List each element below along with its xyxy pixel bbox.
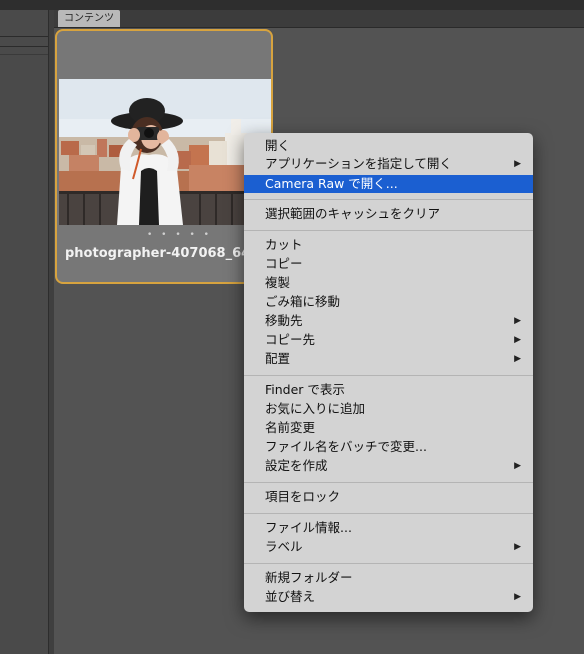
- menu-separator: [244, 375, 533, 376]
- left-panel-divider: [0, 46, 48, 47]
- menu-item-copy-to[interactable]: コピー先 ▶: [244, 331, 533, 349]
- menu-item-purge-cache[interactable]: 選択範囲のキャッシュをクリア: [244, 205, 533, 223]
- menu-item-label: 選択範囲のキャッシュをクリア: [265, 206, 441, 221]
- submenu-arrow-icon: ▶: [514, 542, 521, 552]
- menu-separator: [244, 199, 533, 200]
- menu-item-lock-item[interactable]: 項目をロック: [244, 488, 533, 506]
- menu-item-label: コピー: [265, 256, 303, 271]
- submenu-arrow-icon: ▶: [514, 354, 521, 364]
- menu-item-develop-settings[interactable]: 設定を作成 ▶: [244, 457, 533, 475]
- menu-item-duplicate[interactable]: 複製: [244, 274, 533, 292]
- menu-separator: [244, 563, 533, 564]
- menu-item-open-in-camera-raw[interactable]: Camera Raw で開く...: [244, 175, 533, 193]
- menu-item-open[interactable]: 開く: [244, 137, 533, 155]
- menu-item-file-info[interactable]: ファイル情報...: [244, 519, 533, 537]
- menu-item-sort[interactable]: 並び替え ▶: [244, 588, 533, 606]
- menu-item-move-to-trash[interactable]: ごみ箱に移動: [244, 293, 533, 311]
- menu-item-label: ファイル名をバッチで変更...: [265, 439, 427, 454]
- menu-item-label: 新規フォルダー: [265, 570, 353, 585]
- menu-item-batch-rename[interactable]: ファイル名をバッチで変更...: [244, 438, 533, 456]
- menu-separator: [244, 513, 533, 514]
- menu-item-rename[interactable]: 名前変更: [244, 419, 533, 437]
- menu-item-label: アプリケーションを指定して開く: [265, 156, 452, 171]
- top-toolbar-strip: [0, 0, 584, 10]
- submenu-arrow-icon: ▶: [514, 159, 521, 169]
- menu-item-label: ラベル: [265, 539, 303, 554]
- submenu-arrow-icon: ▶: [514, 335, 521, 345]
- thumbnail-filename: photographer-407068_640.: [65, 246, 265, 261]
- menu-item-label: Camera Raw で開く...: [265, 176, 398, 191]
- left-panel-divider: [0, 54, 48, 55]
- menu-item-label-submenu[interactable]: ラベル ▶: [244, 538, 533, 556]
- menu-item-move-to[interactable]: 移動先 ▶: [244, 312, 533, 330]
- context-menu: 開く アプリケーションを指定して開く ▶ Camera Raw で開く... 選…: [244, 133, 533, 612]
- menu-item-label: 移動先: [265, 313, 303, 328]
- menu-item-add-to-favorites[interactable]: お気に入りに追加: [244, 400, 533, 418]
- submenu-arrow-icon: ▶: [514, 316, 521, 326]
- rating-dots[interactable]: • • • • •: [147, 230, 212, 240]
- menu-item-label: 項目をロック: [265, 489, 341, 504]
- menu-item-new-folder[interactable]: 新規フォルダー: [244, 569, 533, 587]
- menu-item-label: 名前変更: [265, 420, 316, 435]
- menu-item-place[interactable]: 配置 ▶: [244, 350, 533, 368]
- menu-item-reveal-in-finder[interactable]: Finder で表示: [244, 381, 533, 399]
- thumbnail-image: [59, 79, 271, 225]
- menu-item-open-with[interactable]: アプリケーションを指定して開く ▶: [244, 155, 533, 173]
- left-panel-divider: [0, 36, 48, 37]
- menu-item-label: 開く: [265, 138, 291, 153]
- content-panel-tabstrip: コンテンツ: [54, 10, 584, 28]
- menu-item-label: お気に入りに追加: [265, 401, 366, 416]
- menu-item-cut[interactable]: カット: [244, 236, 533, 254]
- menu-item-label: 配置: [265, 351, 291, 366]
- menu-item-copy[interactable]: コピー: [244, 255, 533, 273]
- menu-item-label: 並び替え: [265, 589, 316, 604]
- tab-contents[interactable]: コンテンツ: [58, 10, 120, 27]
- menu-item-label: コピー先: [265, 332, 316, 347]
- menu-item-label: 複製: [265, 275, 291, 290]
- menu-separator: [244, 230, 533, 231]
- menu-item-label: ごみ箱に移動: [265, 294, 341, 309]
- submenu-arrow-icon: ▶: [514, 592, 521, 602]
- left-panel: [0, 10, 49, 654]
- thumbnail-card[interactable]: • • • • • photographer-407068_640.: [55, 29, 273, 284]
- menu-item-label: カット: [265, 237, 303, 252]
- menu-separator: [244, 482, 533, 483]
- menu-item-label: ファイル情報...: [265, 520, 352, 535]
- submenu-arrow-icon: ▶: [514, 461, 521, 471]
- menu-item-label: Finder で表示: [265, 382, 345, 397]
- menu-item-label: 設定を作成: [265, 458, 328, 473]
